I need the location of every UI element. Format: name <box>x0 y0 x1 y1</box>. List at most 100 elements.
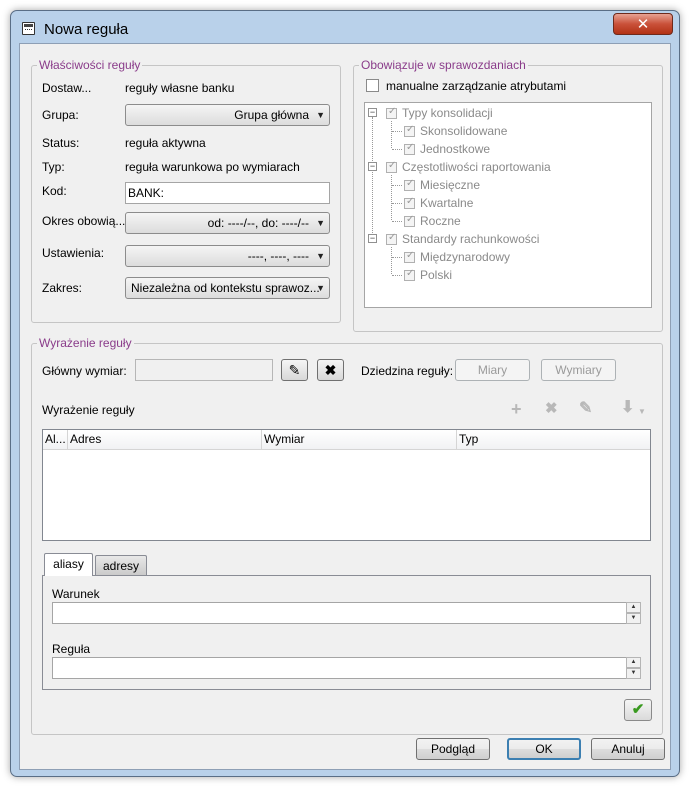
spin-up-icon[interactable]: ▲ <box>626 602 641 613</box>
code-input[interactable]: BANK: <box>125 182 330 204</box>
tab-addresses[interactable]: adresy <box>95 555 147 576</box>
tree-connector <box>391 121 392 148</box>
scope-label: Zakres: <box>42 281 83 295</box>
tree-collapse-icon[interactable]: − <box>368 162 377 171</box>
cancel-button[interactable]: Anuluj <box>591 738 665 760</box>
status-label: Status: <box>42 136 80 150</box>
tree-node-label[interactable]: Roczne <box>420 214 461 228</box>
settings-label: Ustawienia: <box>42 246 105 260</box>
tab-aliases[interactable]: aliasy <box>44 553 93 576</box>
tree-collapse-icon[interactable]: − <box>368 234 377 243</box>
tree-connector <box>391 247 392 274</box>
spin-down-icon[interactable]: ▼ <box>626 613 641 624</box>
tree-node-label[interactable]: Międzynarodowy <box>420 250 510 264</box>
main-dimension-input[interactable] <box>135 359 273 381</box>
close-icon: ✖ <box>324 362 337 378</box>
tree-checkbox[interactable] <box>404 268 415 281</box>
condition-spinner[interactable]: ▲ ▼ <box>626 602 641 624</box>
chevron-down-icon: ▼ <box>316 110 325 120</box>
settings-select[interactable]: ----, ----, ---- ▼ <box>125 245 330 267</box>
measures-button[interactable]: Miary <box>455 359 530 381</box>
condition-input[interactable] <box>52 602 628 624</box>
add-icon[interactable]: + <box>511 400 522 418</box>
tree-connector <box>392 257 402 258</box>
tab-panel: Warunek ▲ ▼ Reguła ▲ ▼ <box>42 575 651 690</box>
expression-subheader: Wyrażenie reguły <box>42 403 135 417</box>
column-header-alias[interactable]: Al... <box>43 430 68 450</box>
ok-button[interactable]: OK <box>507 738 581 760</box>
tree-checkbox[interactable] <box>386 106 397 119</box>
manual-attributes-label: manualne zarządzanie atrybutami <box>386 79 567 93</box>
rule-input[interactable] <box>52 657 628 679</box>
tree-connector <box>392 149 402 150</box>
column-header-dimension[interactable]: Wymiar <box>262 430 457 450</box>
tree-node-label[interactable]: Miesięczne <box>420 178 480 192</box>
group-label: Grupa: <box>42 108 79 122</box>
dialog-client-area: Właściwości reguły Dostaw... reguły włas… <box>19 43 671 770</box>
close-button[interactable]: ✕ <box>613 13 673 35</box>
tree-node-label[interactable]: Kwartalne <box>420 196 473 210</box>
scope-select[interactable]: Niezależna od kontekstu sprawoz... ▼ <box>125 277 330 299</box>
rule-spinner[interactable]: ▲ ▼ <box>626 657 641 679</box>
checkmark-icon: ✔ <box>631 701 645 718</box>
scope-select-value: Niezależna od kontekstu sprawoz... <box>131 281 320 295</box>
rule-expression-legend: Wyrażenie reguły <box>37 336 134 350</box>
tree-checkbox[interactable] <box>386 160 397 173</box>
dimensions-button[interactable]: Wymiary <box>541 359 616 381</box>
table-header: Al... Adres Wymiar Typ <box>43 430 650 450</box>
tree-connector <box>391 175 392 220</box>
supplier-value: reguły własne banku <box>125 81 235 95</box>
reports-tree: − Typy konsolidacji Skonsolidowane Jedno… <box>364 102 652 308</box>
tree-node-label[interactable]: Standardy rachunkowości <box>402 232 539 246</box>
tree-checkbox[interactable] <box>404 214 415 227</box>
spin-down-icon[interactable]: ▼ <box>626 668 641 679</box>
reports-group: Obowiązuje w sprawozdaniach manualne zar… <box>353 58 663 332</box>
tree-node-label[interactable]: Częstotliwości raportowania <box>402 160 551 174</box>
chevron-down-icon[interactable]: ▼ <box>638 403 646 421</box>
code-label: Kod: <box>42 184 67 198</box>
edit-dimension-button[interactable]: ✎ <box>281 359 308 381</box>
group-select[interactable]: Grupa główna ▼ <box>125 104 330 126</box>
tree-node-label[interactable]: Jednostkowe <box>420 142 490 156</box>
confirm-expression-button[interactable]: ✔ <box>624 699 652 721</box>
rule-properties-legend: Właściwości reguły <box>37 58 143 72</box>
tree-connector <box>392 203 402 204</box>
title-bar[interactable]: Nowa reguła ✕ <box>11 11 679 43</box>
tree-connector <box>392 221 402 222</box>
supplier-label: Dostaw... <box>42 81 92 95</box>
pencil-icon[interactable]: ✎ <box>579 400 592 418</box>
tree-connector <box>392 185 402 186</box>
tree-checkbox[interactable] <box>386 232 397 245</box>
rule-domain-label: Dziedzina reguły: <box>361 364 454 378</box>
condition-label: Warunek <box>52 587 100 601</box>
tree-checkbox[interactable] <box>404 142 415 155</box>
rule-properties-group: Właściwości reguły Dostaw... reguły włas… <box>31 58 341 323</box>
tree-node-label[interactable]: Polski <box>420 268 452 282</box>
download-icon[interactable]: ⬇ <box>621 399 634 417</box>
tree-checkbox[interactable] <box>404 178 415 191</box>
tree-connector <box>392 131 402 132</box>
column-header-type[interactable]: Typ <box>457 430 652 450</box>
manual-attributes-checkbox[interactable] <box>366 79 379 92</box>
period-select[interactable]: od: ----/--, do: ----/-- ▼ <box>125 212 330 234</box>
chevron-down-icon: ▼ <box>316 283 325 293</box>
tree-connector <box>392 275 402 276</box>
window-title: Nowa reguła <box>44 21 129 38</box>
expression-table: Al... Adres Wymiar Typ <box>42 429 651 541</box>
column-header-address[interactable]: Adres <box>68 430 262 450</box>
spin-up-icon[interactable]: ▲ <box>626 657 641 668</box>
period-select-value: od: ----/--, do: ----/-- <box>207 216 309 230</box>
rule-expression-group: Wyrażenie reguły Główny wymiar: ✎ ✖ Dzie… <box>31 336 663 735</box>
tree-checkbox[interactable] <box>404 250 415 263</box>
tree-node-label[interactable]: Typy konsolidacji <box>402 106 493 120</box>
tree-checkbox[interactable] <box>404 124 415 137</box>
status-value: reguła aktywna <box>125 136 206 150</box>
tree-checkbox[interactable] <box>404 196 415 209</box>
preview-button[interactable]: Podgląd <box>416 738 490 760</box>
tree-node-label[interactable]: Skonsolidowane <box>420 124 507 138</box>
type-label: Typ: <box>42 160 65 174</box>
clear-dimension-button[interactable]: ✖ <box>317 359 344 381</box>
tree-collapse-icon[interactable]: − <box>368 108 377 117</box>
calculator-icon <box>22 22 35 35</box>
delete-icon[interactable]: ✖ <box>545 400 558 418</box>
